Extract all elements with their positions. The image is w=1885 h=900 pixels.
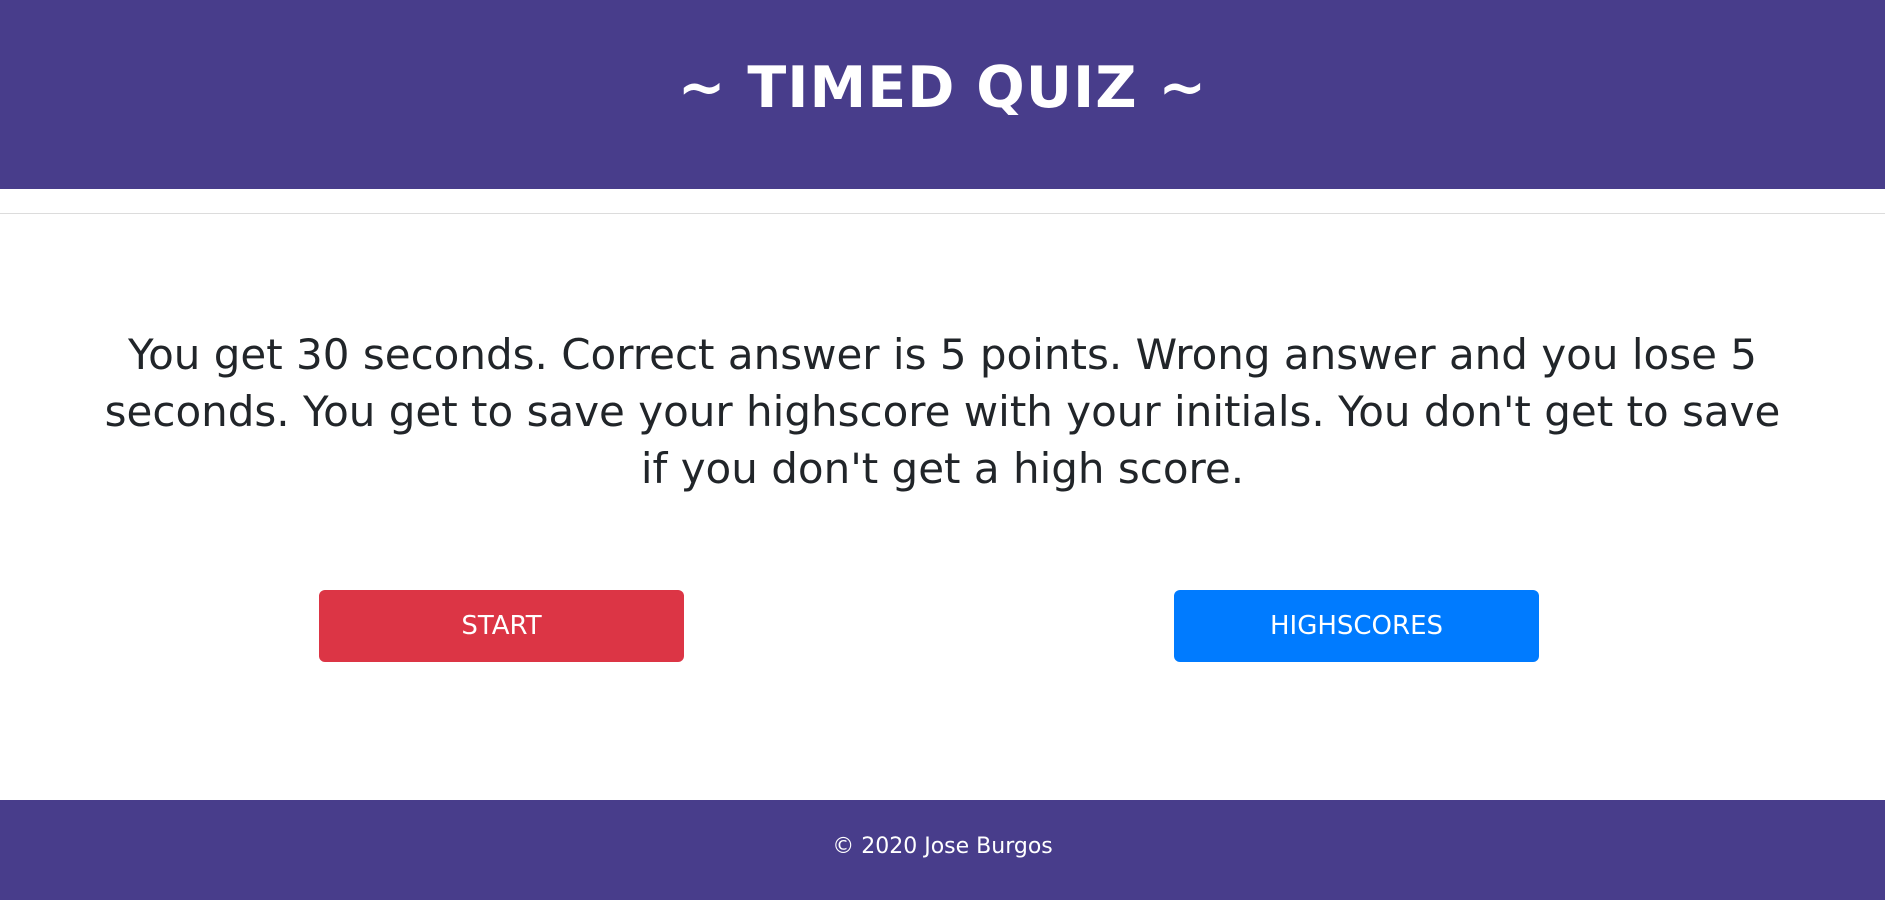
quiz-instructions: You get 30 seconds. Correct answer is 5 …: [104, 330, 1781, 493]
header-bar: ~ TIMED QUIZ ~: [0, 0, 1885, 189]
page-title: ~ TIMED QUIZ ~: [677, 54, 1208, 121]
footer-bar: © 2020 Jose Burgos: [0, 800, 1885, 900]
highscores-button[interactable]: HIGHSCORES: [1174, 590, 1539, 662]
start-button[interactable]: START: [319, 590, 684, 662]
quiz-page: ~ TIMED QUIZ ~ You get 30 seconds. Corre…: [0, 0, 1885, 900]
divider: [0, 213, 1885, 214]
copyright-text: © 2020 Jose Burgos: [832, 833, 1053, 859]
